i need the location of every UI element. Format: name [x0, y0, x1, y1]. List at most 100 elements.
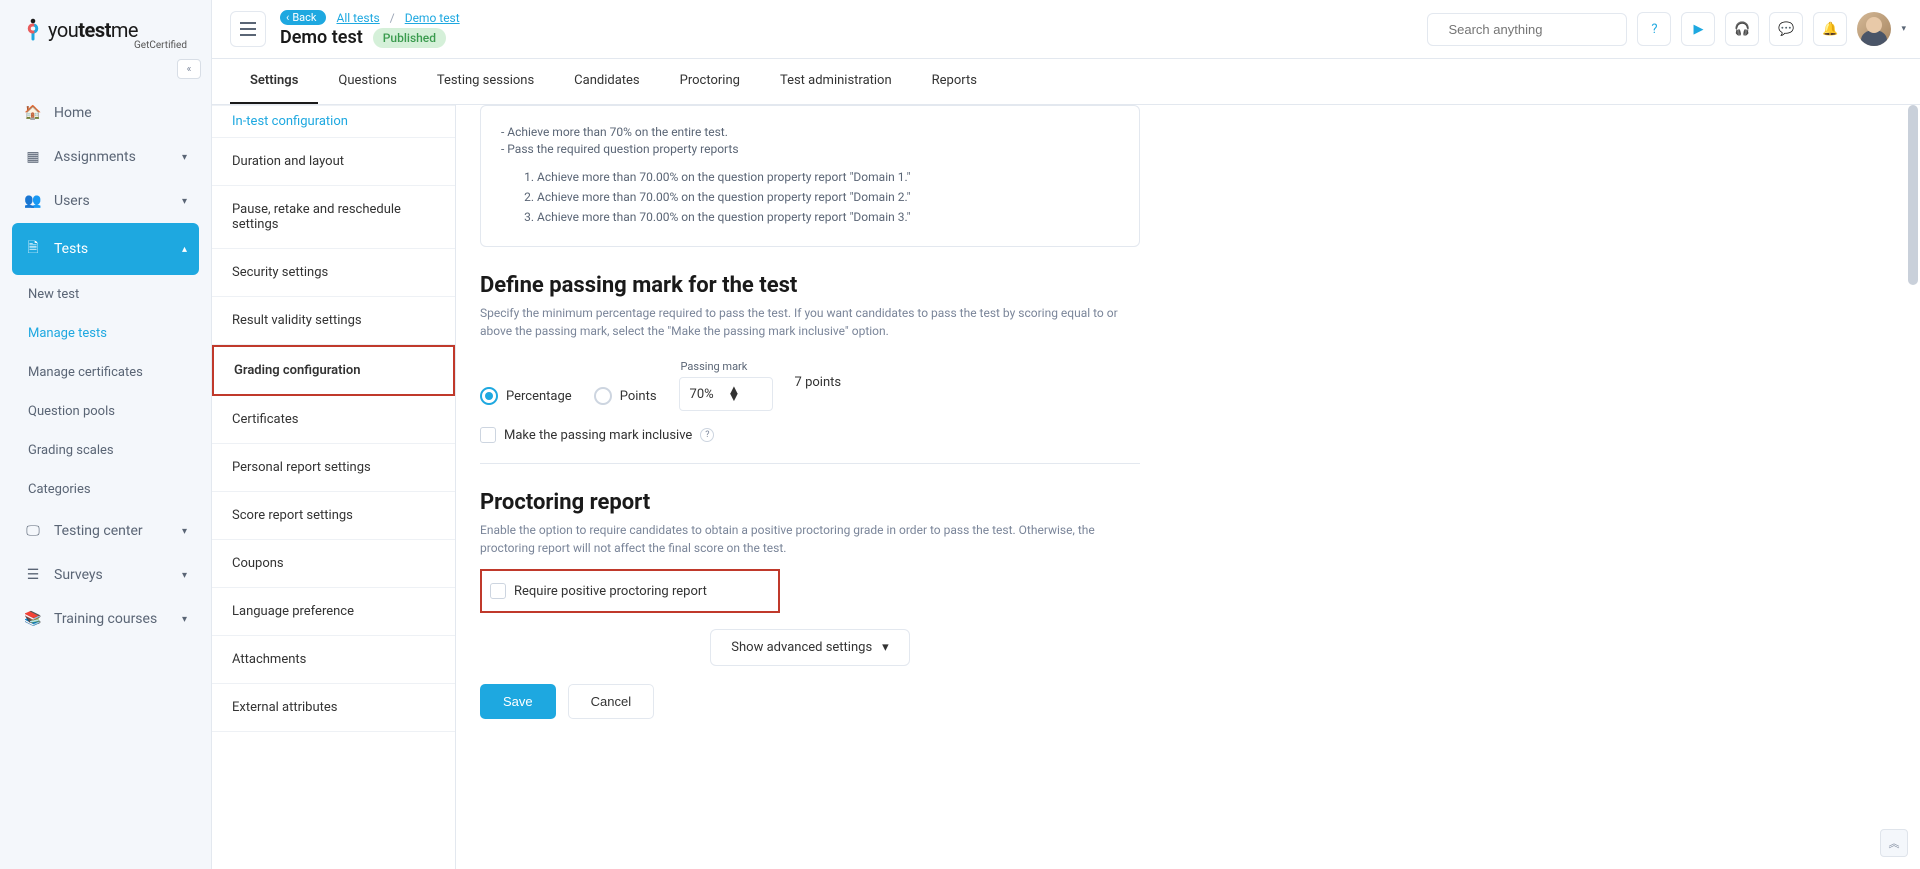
sidebar-item-label: Testing center [54, 523, 143, 539]
back-button[interactable]: ‹Back [280, 10, 326, 25]
settings-nav-grading-config[interactable]: Grading configuration [212, 345, 455, 396]
chevron-left-icon: ‹ [286, 11, 289, 24]
avatar[interactable] [1857, 12, 1891, 46]
stepper[interactable]: ▲ ▼ [728, 387, 766, 401]
sidebar-item-testing-center[interactable]: 🖵Testing center▾ [12, 509, 199, 553]
sidebar-sub-grading-scales[interactable]: Grading scales [12, 431, 199, 470]
back-button-label: Back [292, 11, 316, 24]
bell-icon: 🔔 [1822, 22, 1838, 37]
collapse-sidebar-button[interactable]: « [177, 59, 201, 79]
search-input[interactable] [1448, 22, 1624, 37]
search-box[interactable] [1427, 13, 1627, 46]
radio-points[interactable]: Points [594, 387, 657, 405]
breadcrumb-separator: / [390, 11, 395, 25]
breadcrumb-area: ‹Back All tests / Demo test Demo test Pu… [280, 10, 460, 48]
chevron-down-icon: ▾ [882, 640, 889, 655]
sidebar-item-surveys[interactable]: ☰Surveys▾ [12, 553, 199, 597]
status-badge: Published [373, 28, 446, 48]
chevron-down-icon: ▾ [182, 526, 187, 537]
passing-mark-input[interactable]: 70% ▲ ▼ [679, 377, 773, 411]
sidebar-item-users[interactable]: 👥Users▾ [12, 179, 199, 223]
breadcrumb-link-demo-test[interactable]: Demo test [405, 11, 460, 25]
sidebar-item-tests[interactable]: 🗎Tests▴ [12, 223, 199, 275]
copy-icon: 🗎 [24, 237, 42, 261]
passing-mark-value: 70% [690, 387, 728, 402]
info-numbered-list: Achieve more than 70.00% on the question… [537, 170, 1119, 224]
home-icon: 🏠 [24, 105, 42, 121]
topbar-actions: ? ▶ 🎧 💬 🔔 ▾ [1427, 12, 1906, 46]
settings-nav-in-test-config[interactable]: In-test configuration [212, 105, 455, 138]
show-advanced-button[interactable]: Show advanced settings ▾ [710, 629, 909, 666]
tab-proctoring[interactable]: Proctoring [660, 59, 760, 104]
users-icon: 👥 [24, 193, 42, 209]
chat-icon: 💬 [1778, 22, 1794, 37]
info-line: - Achieve more than 70% on the entire te… [501, 125, 1119, 139]
sidebar-item-training-courses[interactable]: 📚Training courses▾ [12, 597, 199, 641]
sidebar-sub-manage-tests[interactable]: Manage tests [12, 314, 199, 353]
support-button[interactable]: 🎧 [1725, 12, 1759, 46]
settings-nav-pause-retake[interactable]: Pause, retake and reschedule settings [212, 186, 455, 249]
chevron-down-icon: ▾ [182, 152, 187, 163]
tabs: Settings Questions Testing sessions Cand… [212, 59, 1920, 105]
logo-text: youtestme [48, 18, 138, 42]
tab-settings[interactable]: Settings [230, 59, 318, 104]
settings-nav-personal-report[interactable]: Personal report settings [212, 444, 455, 492]
menu-toggle-button[interactable] [230, 11, 266, 47]
user-menu-caret[interactable]: ▾ [1901, 24, 1906, 34]
scrollbar-thumb[interactable] [1908, 105, 1918, 285]
settings-nav-attachments[interactable]: Attachments [212, 636, 455, 684]
radio-icon [480, 387, 498, 405]
passing-mark-label: Passing mark [679, 360, 773, 373]
sidebar-sub-question-pools[interactable]: Question pools [12, 392, 199, 431]
sidebar-item-label: Users [54, 193, 90, 209]
require-proctoring-label: Require positive proctoring report [514, 584, 707, 599]
info-numbered-item: Achieve more than 70.00% on the question… [537, 210, 1119, 224]
save-button[interactable]: Save [480, 684, 556, 719]
require-proctoring-checkbox[interactable] [490, 583, 506, 599]
tab-questions[interactable]: Questions [318, 59, 416, 104]
scroll-to-top-button[interactable]: ︽ [1880, 829, 1908, 857]
sidebar-item-label: Tests [54, 241, 88, 257]
sidebar-sub-categories[interactable]: Categories [12, 470, 199, 509]
sidebar-sub-manage-certificates[interactable]: Manage certificates [12, 353, 199, 392]
settings-nav-security[interactable]: Security settings [212, 249, 455, 297]
settings-nav-certificates[interactable]: Certificates [212, 396, 455, 444]
sidebar-sub-new-test[interactable]: New test [12, 275, 199, 314]
tab-testing-sessions[interactable]: Testing sessions [417, 59, 554, 104]
radio-label: Points [620, 389, 657, 404]
radio-label: Percentage [506, 389, 572, 404]
sidebar-item-assignments[interactable]: ▦Assignments▾ [12, 135, 199, 179]
help-icon[interactable]: ? [700, 428, 714, 442]
sidebar-item-home[interactable]: 🏠 Home [12, 91, 199, 135]
chat-button[interactable]: 💬 [1769, 12, 1803, 46]
help-button[interactable]: ? [1637, 12, 1671, 46]
breadcrumb-link-all-tests[interactable]: All tests [336, 11, 379, 25]
settings-nav-coupons[interactable]: Coupons [212, 540, 455, 588]
settings-nav-result-validity[interactable]: Result validity settings [212, 297, 455, 345]
tab-reports[interactable]: Reports [912, 59, 997, 104]
settings-nav-score-report[interactable]: Score report settings [212, 492, 455, 540]
settings-nav-language[interactable]: Language preference [212, 588, 455, 636]
require-proctoring-highlight: Require positive proctoring report [480, 569, 780, 613]
play-button[interactable]: ▶ [1681, 12, 1715, 46]
sidebar-item-label: Home [54, 105, 92, 121]
chevron-down-icon: ▾ [182, 614, 187, 625]
sidebar-item-label: Surveys [54, 567, 103, 583]
notifications-button[interactable]: 🔔 [1813, 12, 1847, 46]
passing-mark-title: Define passing mark for the test [480, 273, 1140, 298]
inclusive-checkbox[interactable] [480, 427, 496, 443]
tab-test-administration[interactable]: Test administration [760, 59, 912, 104]
logo[interactable]: youtestme [24, 18, 187, 42]
radio-percentage[interactable]: Percentage [480, 387, 572, 405]
info-line: - Pass the required question property re… [501, 142, 1119, 156]
scrollbar[interactable] [1906, 105, 1920, 869]
passing-mark-block: Passing mark 70% ▲ ▼ [679, 360, 773, 411]
inclusive-row: Make the passing mark inclusive ? [480, 427, 1140, 443]
settings-nav-duration-layout[interactable]: Duration and layout [212, 138, 455, 186]
logo-icon [24, 18, 42, 42]
tab-candidates[interactable]: Candidates [554, 59, 659, 104]
points-equivalent: 7 points [795, 375, 842, 390]
cancel-button[interactable]: Cancel [568, 684, 654, 719]
settings-nav-external-attributes[interactable]: External attributes [212, 684, 455, 732]
divider [480, 463, 1140, 464]
